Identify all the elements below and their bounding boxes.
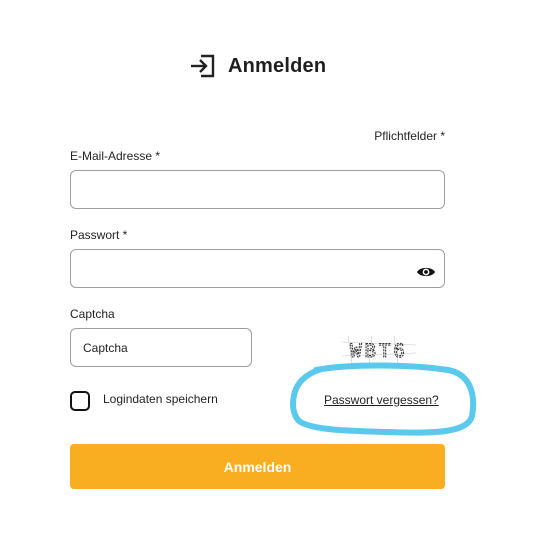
login-page: Anmelden Pflichtfelder * E-Mail-Adresse … — [0, 0, 559, 555]
password-field[interactable] — [70, 249, 445, 288]
eye-icon[interactable] — [416, 265, 436, 279]
email-field[interactable] — [70, 170, 445, 209]
forgot-password-link[interactable]: Passwort vergessen? — [324, 393, 439, 407]
remember-login-label: Logindaten speichern — [103, 392, 218, 406]
login-submit-button[interactable]: Anmelden — [70, 444, 445, 489]
page-heading: Anmelden — [189, 50, 326, 82]
captcha-input[interactable] — [70, 328, 252, 367]
required-fields-note: Pflichtfelder * — [374, 129, 445, 143]
captcha-label: Captcha — [70, 307, 115, 321]
email-label: E-Mail-Adresse * — [70, 149, 161, 163]
password-label: Passwort * — [70, 228, 128, 242]
remember-login-checkbox[interactable] — [70, 391, 90, 411]
login-arrow-icon — [191, 54, 215, 78]
page-title: Anmelden — [228, 54, 327, 77]
